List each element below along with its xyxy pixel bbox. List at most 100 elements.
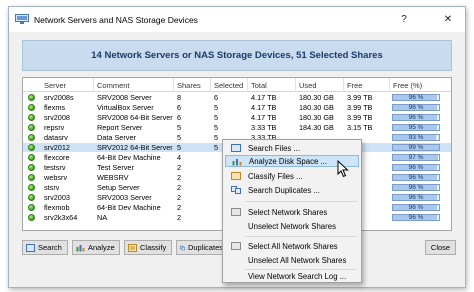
menu-item-label: Search Files ... — [248, 143, 300, 153]
menu-item-label: Classify Files ... — [248, 171, 303, 181]
window-close-button[interactable]: ✕ — [431, 7, 465, 32]
column-divider — [247, 78, 248, 92]
cell-server: repsrv — [44, 123, 65, 132]
search-button-label: Search — [38, 243, 62, 252]
free-percent-label: 96 % — [408, 94, 424, 101]
menu-item-search-files[interactable]: Search Files ... — [225, 142, 359, 154]
menu-item-label: Search Duplicates ... — [248, 185, 320, 195]
cell-free: 3.99 TB — [347, 103, 373, 112]
menu-item-select-all-network-shares[interactable]: Select All Network Shares — [225, 240, 359, 252]
menu-item-search-duplicates[interactable]: Search Duplicates ... — [225, 184, 359, 196]
cell-comment: 64-Bit Dev Machine — [97, 153, 161, 162]
search-button[interactable]: Search — [22, 240, 68, 255]
column-header-server[interactable]: Server — [44, 81, 66, 90]
server-status-icon — [28, 94, 35, 101]
column-header-shares[interactable]: Shares — [177, 81, 201, 90]
close-button-label: Close — [430, 243, 451, 252]
cell-shares: 2 — [177, 163, 182, 172]
server-status-icon — [28, 154, 35, 161]
server-status-icon — [28, 134, 35, 141]
select-shares-icon — [231, 208, 241, 216]
server-status-icon — [28, 104, 35, 111]
free-percent-label: 95 % — [408, 124, 424, 131]
cell-total: 4.17 TB — [251, 93, 277, 102]
menu-item-label: Unselect Network Shares — [248, 221, 336, 231]
cell-comment: Setup Server — [97, 183, 140, 192]
column-header-total[interactable]: Total — [251, 81, 267, 90]
cell-free: 3.99 TB — [347, 113, 373, 122]
summary-banner: 14 Network Servers or NAS Storage Device… — [22, 40, 452, 71]
cell-free: 3.99 TB — [347, 93, 373, 102]
server-status-icon — [28, 174, 35, 181]
cell-shares: 2 — [177, 183, 182, 192]
server-status-icon — [28, 164, 35, 171]
window-title: Network Servers and NAS Storage Devices — [34, 15, 198, 25]
free-percent-label: 96 % — [408, 164, 424, 171]
column-header-selected[interactable]: Selected — [214, 81, 243, 90]
cell-selected: 5 — [214, 103, 219, 112]
free-percent-bar: 96 % — [392, 114, 440, 121]
column-header-free-percent[interactable]: Free (%) — [393, 81, 422, 90]
cell-comment: SRV2008 64-Bit Server — [97, 113, 173, 122]
cell-comment: SRV2008 Server — [97, 93, 152, 102]
duplicates-button[interactable]: Duplicates — [176, 240, 224, 255]
cell-server: flexmob — [44, 203, 70, 212]
classify-icon — [128, 243, 137, 252]
server-status-icon — [28, 184, 35, 191]
search-icon — [26, 243, 35, 252]
free-percent-label: 99 % — [408, 144, 424, 151]
classify-button-label: Classify — [140, 243, 167, 252]
free-percent-label: 96 % — [408, 174, 424, 181]
table-row[interactable]: srv2008 SRV2008 64-Bit Server 6 5 4.17 TB 180… — [23, 113, 451, 122]
menu-item-unselect-network-shares[interactable]: Unselect Network Shares — [225, 220, 359, 232]
column-divider — [343, 78, 344, 92]
column-header-used[interactable]: Used — [299, 81, 317, 90]
cell-free: 3.15 TB — [347, 123, 373, 132]
free-percent-bar: 97 % — [392, 154, 440, 161]
menu-item-view-network-search-log[interactable]: View Network Search Log ... — [225, 270, 359, 282]
cell-shares: 5 — [177, 133, 182, 142]
table-row[interactable]: repsrv Report Server 5 5 3.33 TB 184.30 GB 3.1… — [23, 123, 451, 132]
cell-server: srv2003 — [44, 193, 70, 202]
analyze-button[interactable]: Analyze — [72, 240, 120, 255]
free-percent-bar: 95 % — [392, 124, 440, 131]
cell-total: 4.17 TB — [251, 103, 277, 112]
cell-selected: 5 — [214, 133, 219, 142]
cell-server: stsrv — [44, 183, 60, 192]
free-percent-bar: 99 % — [392, 144, 440, 151]
cell-server: srv2008 — [44, 113, 70, 122]
cell-comment: SRV2012 64-Bit Server — [97, 143, 173, 152]
analyze-icon — [76, 244, 85, 251]
analyze-button-label: Analyze — [88, 243, 115, 252]
close-button[interactable]: Close — [425, 240, 456, 255]
cell-used: 180.30 GB — [299, 103, 334, 112]
cell-used: 180.30 GB — [299, 113, 334, 122]
free-percent-bar: 96 % — [392, 214, 440, 221]
title-bar: Network Servers and NAS Storage Devices … — [9, 7, 465, 32]
cell-comment: WEBSRV — [97, 173, 129, 182]
cell-selected: 5 — [214, 143, 219, 152]
classify-button[interactable]: Classify — [124, 240, 172, 255]
table-row[interactable]: srv2008s SRV2008 Server 8 6 4.17 TB 180.30 GB… — [23, 93, 451, 102]
mouse-cursor-icon — [337, 160, 349, 178]
help-button[interactable]: ? — [387, 7, 421, 32]
cell-shares: 8 — [177, 93, 182, 102]
column-divider — [389, 78, 390, 92]
cell-comment: Report Server — [97, 123, 143, 132]
cell-shares: 4 — [177, 153, 182, 162]
menu-separator — [245, 201, 357, 202]
network-servers-icon — [15, 14, 29, 24]
free-percent-bar: 93 % — [392, 134, 440, 141]
server-status-icon — [28, 214, 35, 221]
menu-item-label: View Network Search Log ... — [248, 271, 347, 281]
duplicates-icon — [180, 245, 185, 250]
menu-item-unselect-all-network-shares[interactable]: Unselect All Network Shares — [225, 254, 359, 266]
column-header-free[interactable]: Free — [347, 81, 362, 90]
column-header-comment[interactable]: Comment — [97, 81, 130, 90]
table-row[interactable]: flexms VirtualBox Server 6 5 4.17 TB 180.30 G… — [23, 103, 451, 112]
server-status-icon — [28, 114, 35, 121]
cell-shares: 6 — [177, 113, 182, 122]
cell-server: flexcore — [44, 153, 70, 162]
menu-item-select-network-shares[interactable]: Select Network Shares — [225, 206, 359, 218]
search-duplicates-icon — [231, 186, 241, 194]
